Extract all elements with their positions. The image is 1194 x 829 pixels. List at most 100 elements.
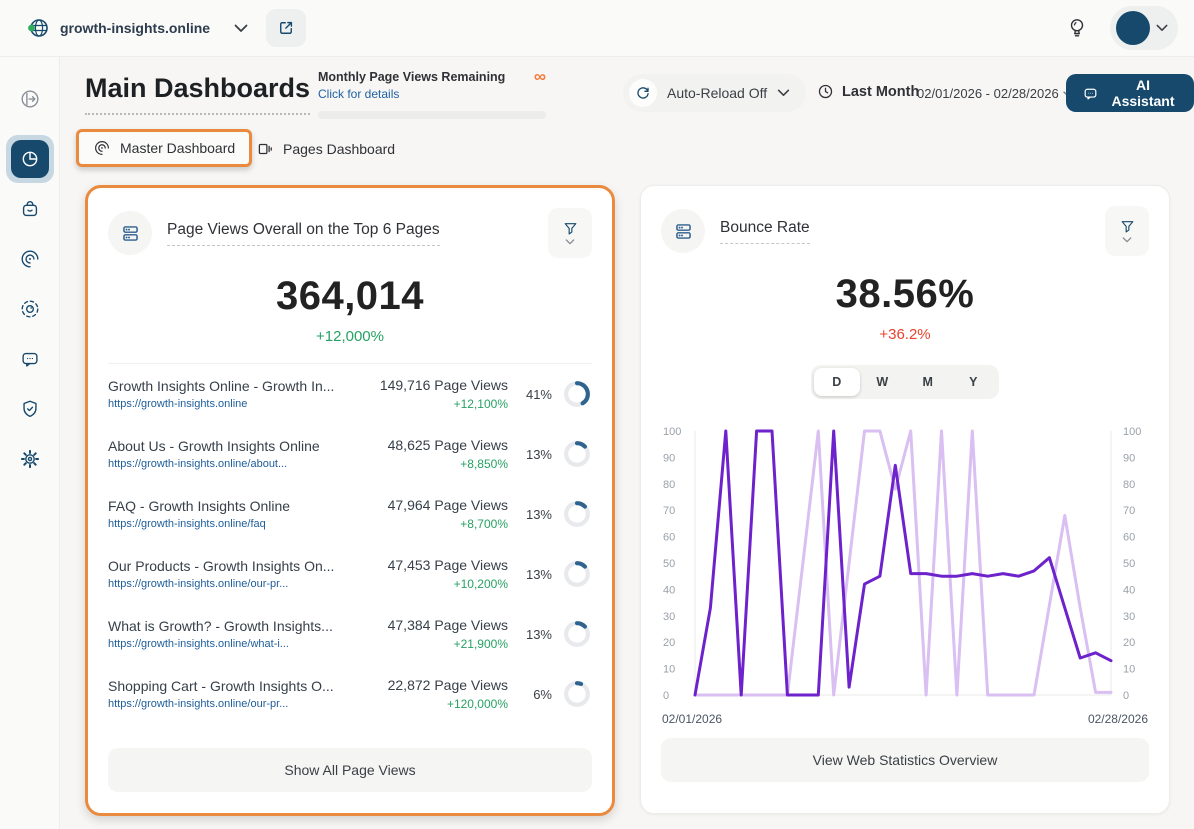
site-name: growth-insights.online: [60, 20, 210, 36]
svg-text:40: 40: [1123, 584, 1135, 596]
account-menu[interactable]: [1110, 6, 1178, 50]
filter-button[interactable]: [548, 208, 592, 258]
sidebar-item-modules[interactable]: [6, 185, 54, 233]
page-title-text: What is Growth? - Growth Insights...: [108, 618, 348, 634]
page-info: Growth Insights Online - Growth In... ht…: [108, 378, 356, 410]
bag-icon: [19, 198, 41, 220]
svg-text:30: 30: [663, 611, 675, 623]
card-title[interactable]: Bounce Rate: [720, 219, 810, 244]
filter-button[interactable]: [1105, 206, 1149, 256]
page-title-text: FAQ - Growth Insights Online: [108, 498, 348, 514]
sidebar-item-feedback[interactable]: [6, 335, 54, 383]
quota-details-link[interactable]: Click for details: [318, 87, 399, 101]
lightbulb-icon[interactable]: [1066, 16, 1088, 40]
open-website-button[interactable]: [266, 9, 306, 47]
svg-text:60: 60: [663, 532, 675, 544]
date-range-picker[interactable]: 02/01/2026 - 02/28/2026: [917, 86, 1072, 101]
sidebar-item-recordings[interactable]: [6, 285, 54, 333]
page-url-link[interactable]: https://growth-insights.online/faq: [108, 518, 348, 530]
svg-text:50: 50: [663, 558, 675, 570]
server-stack-icon: [108, 211, 152, 255]
sidebar-item-privacy[interactable]: [6, 385, 54, 433]
page-info: FAQ - Growth Insights Online https://gro…: [108, 498, 356, 530]
page-views-row[interactable]: FAQ - Growth Insights Online https://gro…: [108, 484, 592, 544]
globe-icon: [26, 16, 50, 40]
donut-chart: [562, 379, 592, 409]
bounce-rate-change: +36.2%: [661, 326, 1149, 343]
sidebar-item-dashboards[interactable]: [6, 135, 54, 183]
page-views-card: Page Views Overall on the Top 6 Pages 36…: [85, 185, 615, 816]
page-info: Our Products - Growth Insights On... htt…: [108, 558, 356, 590]
page-views-row[interactable]: Shopping Cart - Growth Insights O... htt…: [108, 664, 592, 724]
page-views-stats: 47,453 Page Views +10,200%: [356, 557, 508, 591]
page-url-link[interactable]: https://growth-insights.online/what-i...: [108, 638, 348, 650]
view-web-statistics-button[interactable]: View Web Statistics Overview: [661, 738, 1149, 782]
auto-reload-dropdown[interactable]: Auto-Reload Off: [623, 74, 806, 112]
sidebar-item-settings[interactable]: [6, 435, 54, 483]
svg-text:70: 70: [663, 505, 675, 517]
page-views-change: +8,700%: [356, 517, 508, 531]
interval-day[interactable]: D: [814, 368, 860, 396]
show-all-page-views-button[interactable]: Show All Page Views: [108, 748, 592, 792]
sidebar-item-collapse[interactable]: [6, 75, 54, 123]
page-views-value: 48,625 Page Views: [356, 437, 508, 453]
website-selector[interactable]: growth-insights.online: [26, 16, 248, 40]
collapse-arrow-icon: [19, 88, 41, 110]
tab-pages-dashboard[interactable]: Pages Dashboard: [256, 135, 395, 163]
card-title[interactable]: Page Views Overall on the Top 6 Pages: [167, 221, 440, 246]
funnel-icon: [562, 221, 579, 237]
svg-text:90: 90: [1123, 452, 1135, 464]
svg-text:40: 40: [663, 584, 675, 596]
page-url-link[interactable]: https://growth-insights.online: [108, 398, 348, 410]
tab-master-dashboard[interactable]: Master Dashboard: [76, 129, 252, 167]
svg-text:80: 80: [663, 479, 675, 491]
server-stack-icon: [661, 209, 705, 253]
page-views-stats: 48,625 Page Views +8,850%: [356, 437, 508, 471]
sidebar-item-behaviour[interactable]: [6, 235, 54, 283]
page-views-value: 47,384 Page Views: [356, 617, 508, 633]
svg-text:20: 20: [1123, 637, 1135, 649]
page-views-list: Growth Insights Online - Growth In... ht…: [108, 364, 592, 724]
chat-bubble-icon: [19, 348, 41, 370]
chat-icon: [1082, 85, 1099, 102]
page-info: Shopping Cart - Growth Insights O... htt…: [108, 678, 356, 710]
svg-text:70: 70: [1123, 505, 1135, 517]
page-title: Main Dashboards: [85, 73, 310, 115]
svg-text:60: 60: [1123, 532, 1135, 544]
page-url-link[interactable]: https://growth-insights.online/our-pr...: [108, 698, 348, 710]
bounce-rate-chart: 0010102020303040405050606070708080909010…: [661, 421, 1149, 726]
page-views-change: +12,100%: [356, 397, 508, 411]
chart-start-date: 02/01/2026: [662, 712, 722, 726]
donut-chart: [562, 679, 592, 709]
page-share-label: 6%: [533, 687, 552, 702]
page-views-value: 149,716 Page Views: [356, 377, 508, 393]
interval-month[interactable]: M: [905, 368, 951, 396]
page-views-row[interactable]: About Us - Growth Insights Online https:…: [108, 424, 592, 484]
page-views-value: 47,964 Page Views: [356, 497, 508, 513]
page-views-change: +10,200%: [356, 577, 508, 591]
total-page-views: 364,014: [108, 274, 592, 319]
interval-toggle: D W M Y: [811, 365, 999, 399]
page-views-row[interactable]: What is Growth? - Growth Insights... htt…: [108, 604, 592, 664]
page-info: About Us - Growth Insights Online https:…: [108, 438, 356, 470]
auto-reload-label: Auto-Reload Off: [667, 85, 767, 101]
interval-week[interactable]: W: [860, 368, 906, 396]
ai-assistant-label: AI Assistant: [1108, 77, 1178, 109]
refresh-icon: [629, 79, 657, 107]
page-views-change: +8,850%: [356, 457, 508, 471]
ai-assistant-button[interactable]: AI Assistant: [1066, 74, 1194, 112]
page-views-stats: 47,964 Page Views +8,700%: [356, 497, 508, 531]
page-views-row[interactable]: Our Products - Growth Insights On... htt…: [108, 544, 592, 604]
period-selector[interactable]: Last Month: [817, 83, 919, 100]
svg-text:0: 0: [1123, 690, 1129, 702]
page-views-row[interactable]: Growth Insights Online - Growth In... ht…: [108, 364, 592, 424]
page-url-link[interactable]: https://growth-insights.online/our-pr...: [108, 578, 348, 590]
page-title-text: Growth Insights Online - Growth In...: [108, 378, 348, 394]
sidebar: [0, 57, 60, 829]
clock-icon: [817, 83, 834, 100]
shield-check-icon: [19, 398, 41, 420]
svg-text:10: 10: [663, 664, 675, 676]
spiral-icon: [19, 248, 41, 270]
page-url-link[interactable]: https://growth-insights.online/about...: [108, 458, 348, 470]
interval-year[interactable]: Y: [951, 368, 997, 396]
